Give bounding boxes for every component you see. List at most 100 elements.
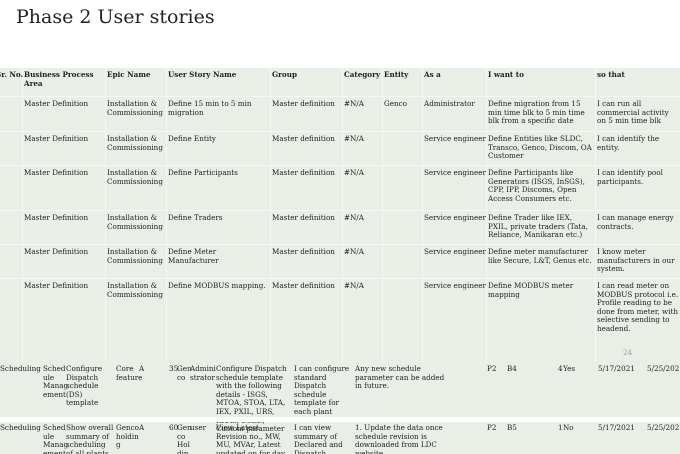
cell-i-want-to: View Latest Revision no., MW, MU, MVAr, … xyxy=(216,423,286,454)
header-entity: Entity xyxy=(384,70,409,79)
cell-i-want-to: Define migration from 15 min time blk to… xyxy=(488,99,585,126)
col-divider xyxy=(22,68,23,362)
cell-priority: P2 xyxy=(487,364,497,373)
cell-story: Show overall summary of scheduling of al… xyxy=(66,423,114,454)
cell-category: #N/A xyxy=(344,134,364,143)
col-divider xyxy=(166,68,167,362)
cell-epic-name: Installation & Commissioning xyxy=(107,168,163,186)
row-divider xyxy=(0,278,680,279)
cell-i-want-to: Define Trader like IEX, PXIL, private tr… xyxy=(488,213,588,240)
cell-group: Master definition xyxy=(272,247,335,256)
user-stories-table: Sr. No. Business Process Area Epic Name … xyxy=(0,68,680,362)
cell-i-want-to: Define Entities like SLDC, Transco, Genc… xyxy=(488,134,592,161)
scheduling-table: Scheduling Sched ule Manag ement Configu… xyxy=(0,362,680,454)
col-divider xyxy=(342,68,343,362)
cell-i-want-to: Define MODBUS meter mapping xyxy=(488,281,574,299)
col-divider xyxy=(105,68,106,362)
cell-i-want-to: Define meter manufacturer like Secure, L… xyxy=(488,247,592,265)
header-so-that: so that xyxy=(597,70,625,79)
row-divider xyxy=(0,244,680,245)
col-divider xyxy=(595,68,596,362)
cell-category: #N/A xyxy=(344,213,364,222)
cell-entity: Genco xyxy=(384,99,407,108)
cell-so-that: I can identify the entity. xyxy=(597,134,660,152)
cell-end-date: 5/25/2021 xyxy=(647,423,680,432)
cell-business-process-area: Master Definition xyxy=(24,134,89,143)
cell-epic-name: Installation & Commissioning xyxy=(107,247,163,265)
cell-so-that: I can run all commercial activity on 5 m… xyxy=(597,99,669,126)
cell-feature: Core feature xyxy=(116,364,143,382)
cell-role: Admini strator xyxy=(190,364,216,382)
cell-category: #N/A xyxy=(344,281,364,290)
cell-as-a: Service engineer xyxy=(424,213,486,222)
cell-acceptance: 1. Update the data once schedule revisio… xyxy=(355,423,443,454)
cell-estimate: 4 xyxy=(558,364,563,373)
cell-feature: Genco holdin g xyxy=(116,423,139,450)
col-divider xyxy=(382,68,383,362)
cell-end-date: 5/25/2021 xyxy=(647,364,680,373)
cell-so-that: I know meter manufacturers in our system… xyxy=(597,247,675,274)
cell-user-story-name: Define 15 min to 5 min migration xyxy=(168,99,252,117)
cell-so-that: I can read meter on MODBUS protocol i.e.… xyxy=(597,281,679,333)
cell-business-process-area: Master Definition xyxy=(24,168,89,177)
row-divider xyxy=(0,210,680,211)
cell-user-story-name: Define Entity xyxy=(168,134,216,143)
cell-epic-name: Installation & Commissioning xyxy=(107,134,163,152)
cell-business-process-area: Master Definition xyxy=(24,247,89,256)
header-group: Group xyxy=(272,70,297,79)
cell-as-a: Service engineer xyxy=(424,168,486,177)
cell-module: Sched ule Manag ement xyxy=(43,364,69,399)
header-as-a: As a xyxy=(424,70,441,79)
cell-level: A xyxy=(139,364,145,373)
cell-so-that: I can configure standard Dispatch schedu… xyxy=(294,364,350,416)
cell-acceptance: Any new schedule parameter can be added … xyxy=(355,364,445,391)
cell-start-date: 5/17/2021 xyxy=(598,423,635,432)
cell-entity: Gen co Hol din xyxy=(177,423,192,454)
cell-so-that: I can view summary of Declared and Dispa… xyxy=(294,423,343,454)
header-business-process-area: Business Process Area xyxy=(24,70,94,88)
header-sr-no: Sr. No. xyxy=(0,70,24,79)
cell-so-that: I can manage energy contracts. xyxy=(597,213,674,231)
cell-batch: B5 xyxy=(507,423,517,432)
cell-as-a: Administrator xyxy=(424,99,475,108)
row-divider xyxy=(0,165,680,166)
cell-business-process-area: Master Definition xyxy=(24,99,89,108)
cell-estimate: 1 xyxy=(558,423,563,432)
cell-flag: No xyxy=(563,423,574,432)
col-divider xyxy=(486,68,487,362)
cell-user-story-name: Define Participants xyxy=(168,168,238,177)
cell-user-story-name: Define Meter Manufacturer xyxy=(168,247,219,265)
cell-flag: Yes xyxy=(563,364,576,373)
cell-user-story-name: Define MODBUS mapping. xyxy=(168,281,266,290)
cell-level: A xyxy=(139,423,145,432)
header-user-story-name: User Story Name xyxy=(168,70,237,79)
cell-story: Configure Dispatch schedule (DS) templat… xyxy=(66,364,103,408)
header-epic-name: Epic Name xyxy=(107,70,151,79)
col-divider xyxy=(270,68,271,362)
cell-group: Master definition xyxy=(272,134,335,143)
cell-group: Master definition xyxy=(272,213,335,222)
cell-area: Scheduling xyxy=(0,364,41,373)
cell-role: user xyxy=(190,423,207,432)
page-title: Phase 2 User stories xyxy=(16,6,215,28)
cell-entity: Gen co xyxy=(177,364,192,382)
row-gap xyxy=(0,417,680,422)
header-category: Category xyxy=(344,70,381,79)
cell-so-that: I can identify pool participants. xyxy=(597,168,663,186)
cell-module: Sched ule Manag ement xyxy=(43,423,69,454)
cell-priority: P2 xyxy=(487,423,497,432)
cell-category: #N/A xyxy=(344,247,364,256)
cell-group: Master definition xyxy=(272,281,335,290)
row-divider xyxy=(0,96,680,97)
cell-as-a: Service engineer xyxy=(424,134,486,143)
cell-start-date: 5/17/2021 xyxy=(598,364,635,373)
cell-epic-name: Installation & Commissioning xyxy=(107,213,163,231)
cell-category: #N/A xyxy=(344,99,364,108)
cell-epic-name: Installation & Commissioning xyxy=(107,99,163,117)
cell-epic-name: Installation & Commissioning xyxy=(107,281,163,299)
cell-business-process-area: Master Definition xyxy=(24,281,89,290)
cell-area: Scheduling xyxy=(0,423,41,432)
cell-group: Master definition xyxy=(272,168,335,177)
cell-group: Master definition xyxy=(272,99,335,108)
cell-user-story-name: Define Traders xyxy=(168,213,223,222)
